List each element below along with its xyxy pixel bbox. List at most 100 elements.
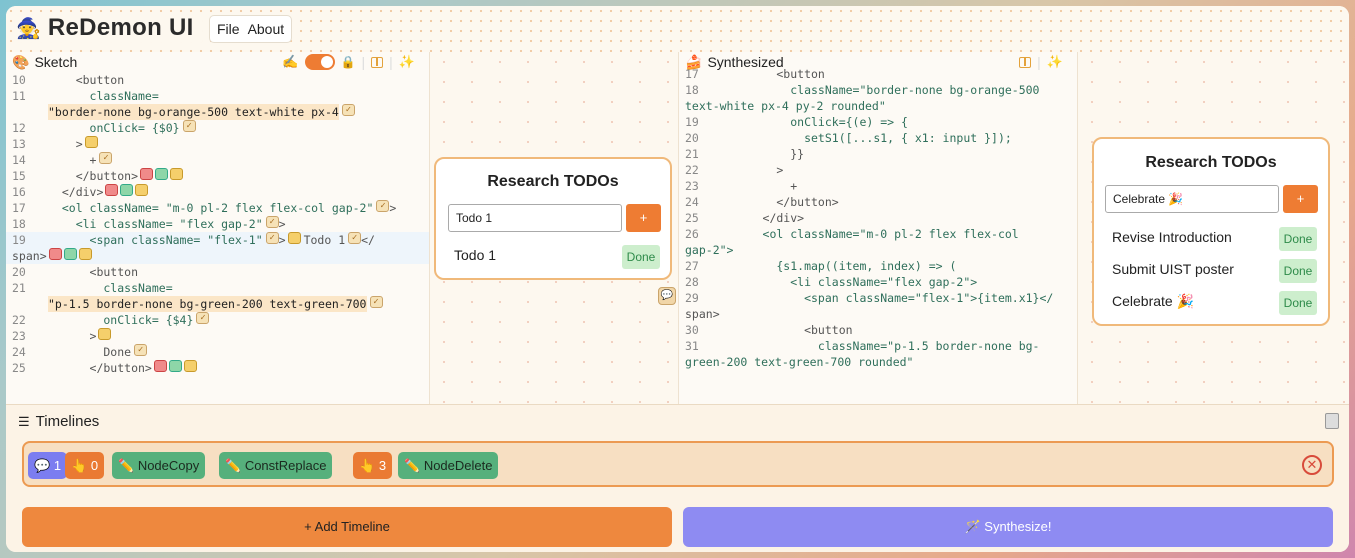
- timeline-row[interactable]: 💬 1 👆 0 ✏️ NodeCopy ✏️ ConstReplace 👆 3 …: [22, 441, 1334, 487]
- title-bar: 🧙 ReDemon UI File About: [6, 6, 1349, 52]
- node-chip-icon[interactable]: [155, 168, 169, 180]
- pencil-icon: ✏️: [404, 458, 421, 473]
- timelines-title: Timelines: [35, 413, 100, 430]
- sparkle-icon[interactable]: ✨: [1047, 54, 1063, 70]
- add-timeline-button[interactable]: + Add Timeline: [22, 507, 672, 547]
- timeline-token[interactable]: ✏️ NodeDelete: [398, 452, 499, 479]
- check-icon[interactable]: ✓: [99, 152, 113, 164]
- timeline-token[interactable]: 👆 3: [353, 452, 393, 479]
- todo-input[interactable]: Todo 1: [448, 204, 622, 232]
- sketch-preview: Research TODOs Todo 1 + Todo 1 Done 💬: [430, 52, 678, 404]
- code-line: span>: [6, 248, 429, 264]
- code-line: 13 >: [6, 136, 429, 152]
- done-button[interactable]: Done: [1279, 259, 1317, 283]
- add-todo-button[interactable]: +: [1283, 185, 1318, 213]
- node-chip-icon[interactable]: [170, 168, 184, 180]
- card-title: Research TODOs: [487, 173, 619, 190]
- check-icon[interactable]: ✓: [182, 120, 196, 132]
- code-line: 19 <span className= "flex-1" ✓ > Todo 1 ✓ </: [6, 232, 429, 248]
- timeline-token[interactable]: 👆 0: [65, 452, 105, 479]
- node-chip-icon[interactable]: [153, 360, 167, 372]
- comment-icon[interactable]: 💬: [658, 287, 676, 305]
- sketch-panel: 🎨 Sketch ✍ 🔒 | | ✨ 10 <button 11 classNa…: [6, 52, 430, 404]
- code-line: "p-1.5 border-none bg-green-200 text-gre…: [6, 296, 429, 312]
- node-chip-icon[interactable]: [98, 328, 112, 340]
- wizard-logo-icon: 🧙: [16, 17, 41, 40]
- node-chip-icon[interactable]: [84, 136, 98, 148]
- check-icon[interactable]: ✓: [265, 216, 279, 228]
- sketch-title: Sketch: [34, 54, 78, 70]
- timelines-section: ☰ Timelines 💬 1 👆 0 ✏️ NodeCopy ✏️ Const…: [6, 404, 1349, 552]
- menu-about[interactable]: About: [248, 21, 285, 37]
- node-chip-icon[interactable]: [140, 168, 154, 180]
- app-title: 🧙 ReDemon UI: [16, 14, 202, 42]
- split-view-icon[interactable]: [1019, 56, 1032, 68]
- timelines-header: ☰ Timelines: [18, 413, 99, 430]
- card-title: Research TODOs: [1145, 154, 1277, 171]
- check-icon[interactable]: ✓: [196, 312, 210, 324]
- mode-toggle[interactable]: [304, 54, 335, 70]
- done-button[interactable]: Done: [622, 245, 660, 269]
- synth-todo-card: Research TODOs Celebrate 🎉 + Revise Intr…: [1092, 137, 1330, 326]
- pen-icon[interactable]: ✍: [282, 54, 298, 70]
- trash-icon[interactable]: [1325, 413, 1339, 429]
- code-line: 11 className=: [12, 89, 159, 103]
- code-line: 17 <ol className= "m-0 pl-2 flex flex-co…: [12, 200, 397, 215]
- synthesized-code[interactable]: 17 <button 18 className="border-none bg-…: [679, 66, 1077, 370]
- node-chip-icon[interactable]: [135, 184, 149, 196]
- add-todo-button[interactable]: +: [626, 204, 661, 232]
- code-line: "border-none bg-orange-500 text-white px…: [6, 104, 429, 120]
- check-icon[interactable]: ✓: [265, 232, 279, 244]
- check-icon[interactable]: ✓: [376, 200, 390, 212]
- code-line: 23 >: [6, 328, 429, 344]
- timeline-token[interactable]: ✏️ ConstReplace: [219, 452, 333, 479]
- done-button[interactable]: Done: [1279, 227, 1317, 251]
- check-icon[interactable]: ✓: [134, 344, 148, 356]
- timeline-token[interactable]: ✏️ NodeCopy: [112, 452, 206, 479]
- timeline-token[interactable]: 💬 1: [28, 452, 68, 479]
- node-chip-icon[interactable]: [168, 360, 182, 372]
- pencil-icon: ✏️: [118, 458, 135, 473]
- node-chip-icon[interactable]: [78, 248, 92, 260]
- lock-icon[interactable]: 🔒: [341, 55, 356, 69]
- timeline-icon: ☰: [18, 413, 30, 429]
- code-line: 10 <button: [12, 73, 125, 87]
- synthesized-preview: Research TODOs Celebrate 🎉 + Revise Intr…: [1078, 52, 1349, 404]
- todo-input[interactable]: Celebrate 🎉: [1105, 185, 1279, 213]
- pencil-icon: ✏️: [225, 458, 242, 473]
- synthesized-panel: 🍰 Synthesized | ✨ 17 <button 18 classNam…: [678, 52, 1078, 404]
- code-line: 21 className=: [12, 281, 173, 295]
- sketch-code[interactable]: 10 <button 11 className= "border-none bg…: [6, 72, 429, 376]
- pointer-icon: 👆: [359, 458, 376, 473]
- check-icon[interactable]: ✓: [369, 296, 383, 308]
- code-line: 24 Done ✓: [6, 344, 429, 360]
- code-line: 20 <button: [12, 265, 139, 279]
- sparkle-icon[interactable]: ✨: [399, 54, 415, 70]
- code-line: 22 onClick= {$4} ✓: [6, 312, 429, 328]
- done-button[interactable]: Done: [1279, 291, 1317, 315]
- todo-item-label: Todo 1: [454, 247, 497, 263]
- node-chip-icon[interactable]: [120, 184, 134, 196]
- split-view-icon[interactable]: [371, 56, 384, 68]
- sketch-header: 🎨 Sketch ✍ 🔒 | | ✨: [12, 53, 415, 70]
- code-line: 15 </button>: [6, 168, 429, 184]
- node-chip-icon[interactable]: [105, 184, 119, 196]
- node-chip-icon[interactable]: [183, 360, 197, 372]
- code-line: 12 onClick= {$0} ✓: [6, 120, 429, 136]
- node-chip-icon[interactable]: [287, 232, 301, 244]
- app-name: ReDemon UI: [47, 14, 194, 41]
- todo-item-label: Submit UIST poster: [1112, 261, 1234, 277]
- check-icon[interactable]: ✓: [341, 104, 355, 116]
- palette-icon: 🎨: [12, 53, 30, 70]
- menu-bar: File About: [209, 15, 293, 43]
- code-line: 25 </button>: [6, 360, 429, 376]
- remove-timeline-icon[interactable]: ✕: [1302, 455, 1322, 475]
- todo-item-label: Celebrate 🎉: [1112, 293, 1195, 309]
- node-chip-icon[interactable]: [48, 248, 62, 260]
- sketch-todo-card: Research TODOs Todo 1 + Todo 1 Done: [434, 157, 672, 280]
- comment-icon: 💬: [34, 458, 51, 473]
- menu-file[interactable]: File: [217, 21, 240, 37]
- check-icon[interactable]: ✓: [348, 232, 362, 244]
- node-chip-icon[interactable]: [63, 248, 77, 260]
- synthesize-button[interactable]: 🪄 Synthesize!: [683, 507, 1333, 547]
